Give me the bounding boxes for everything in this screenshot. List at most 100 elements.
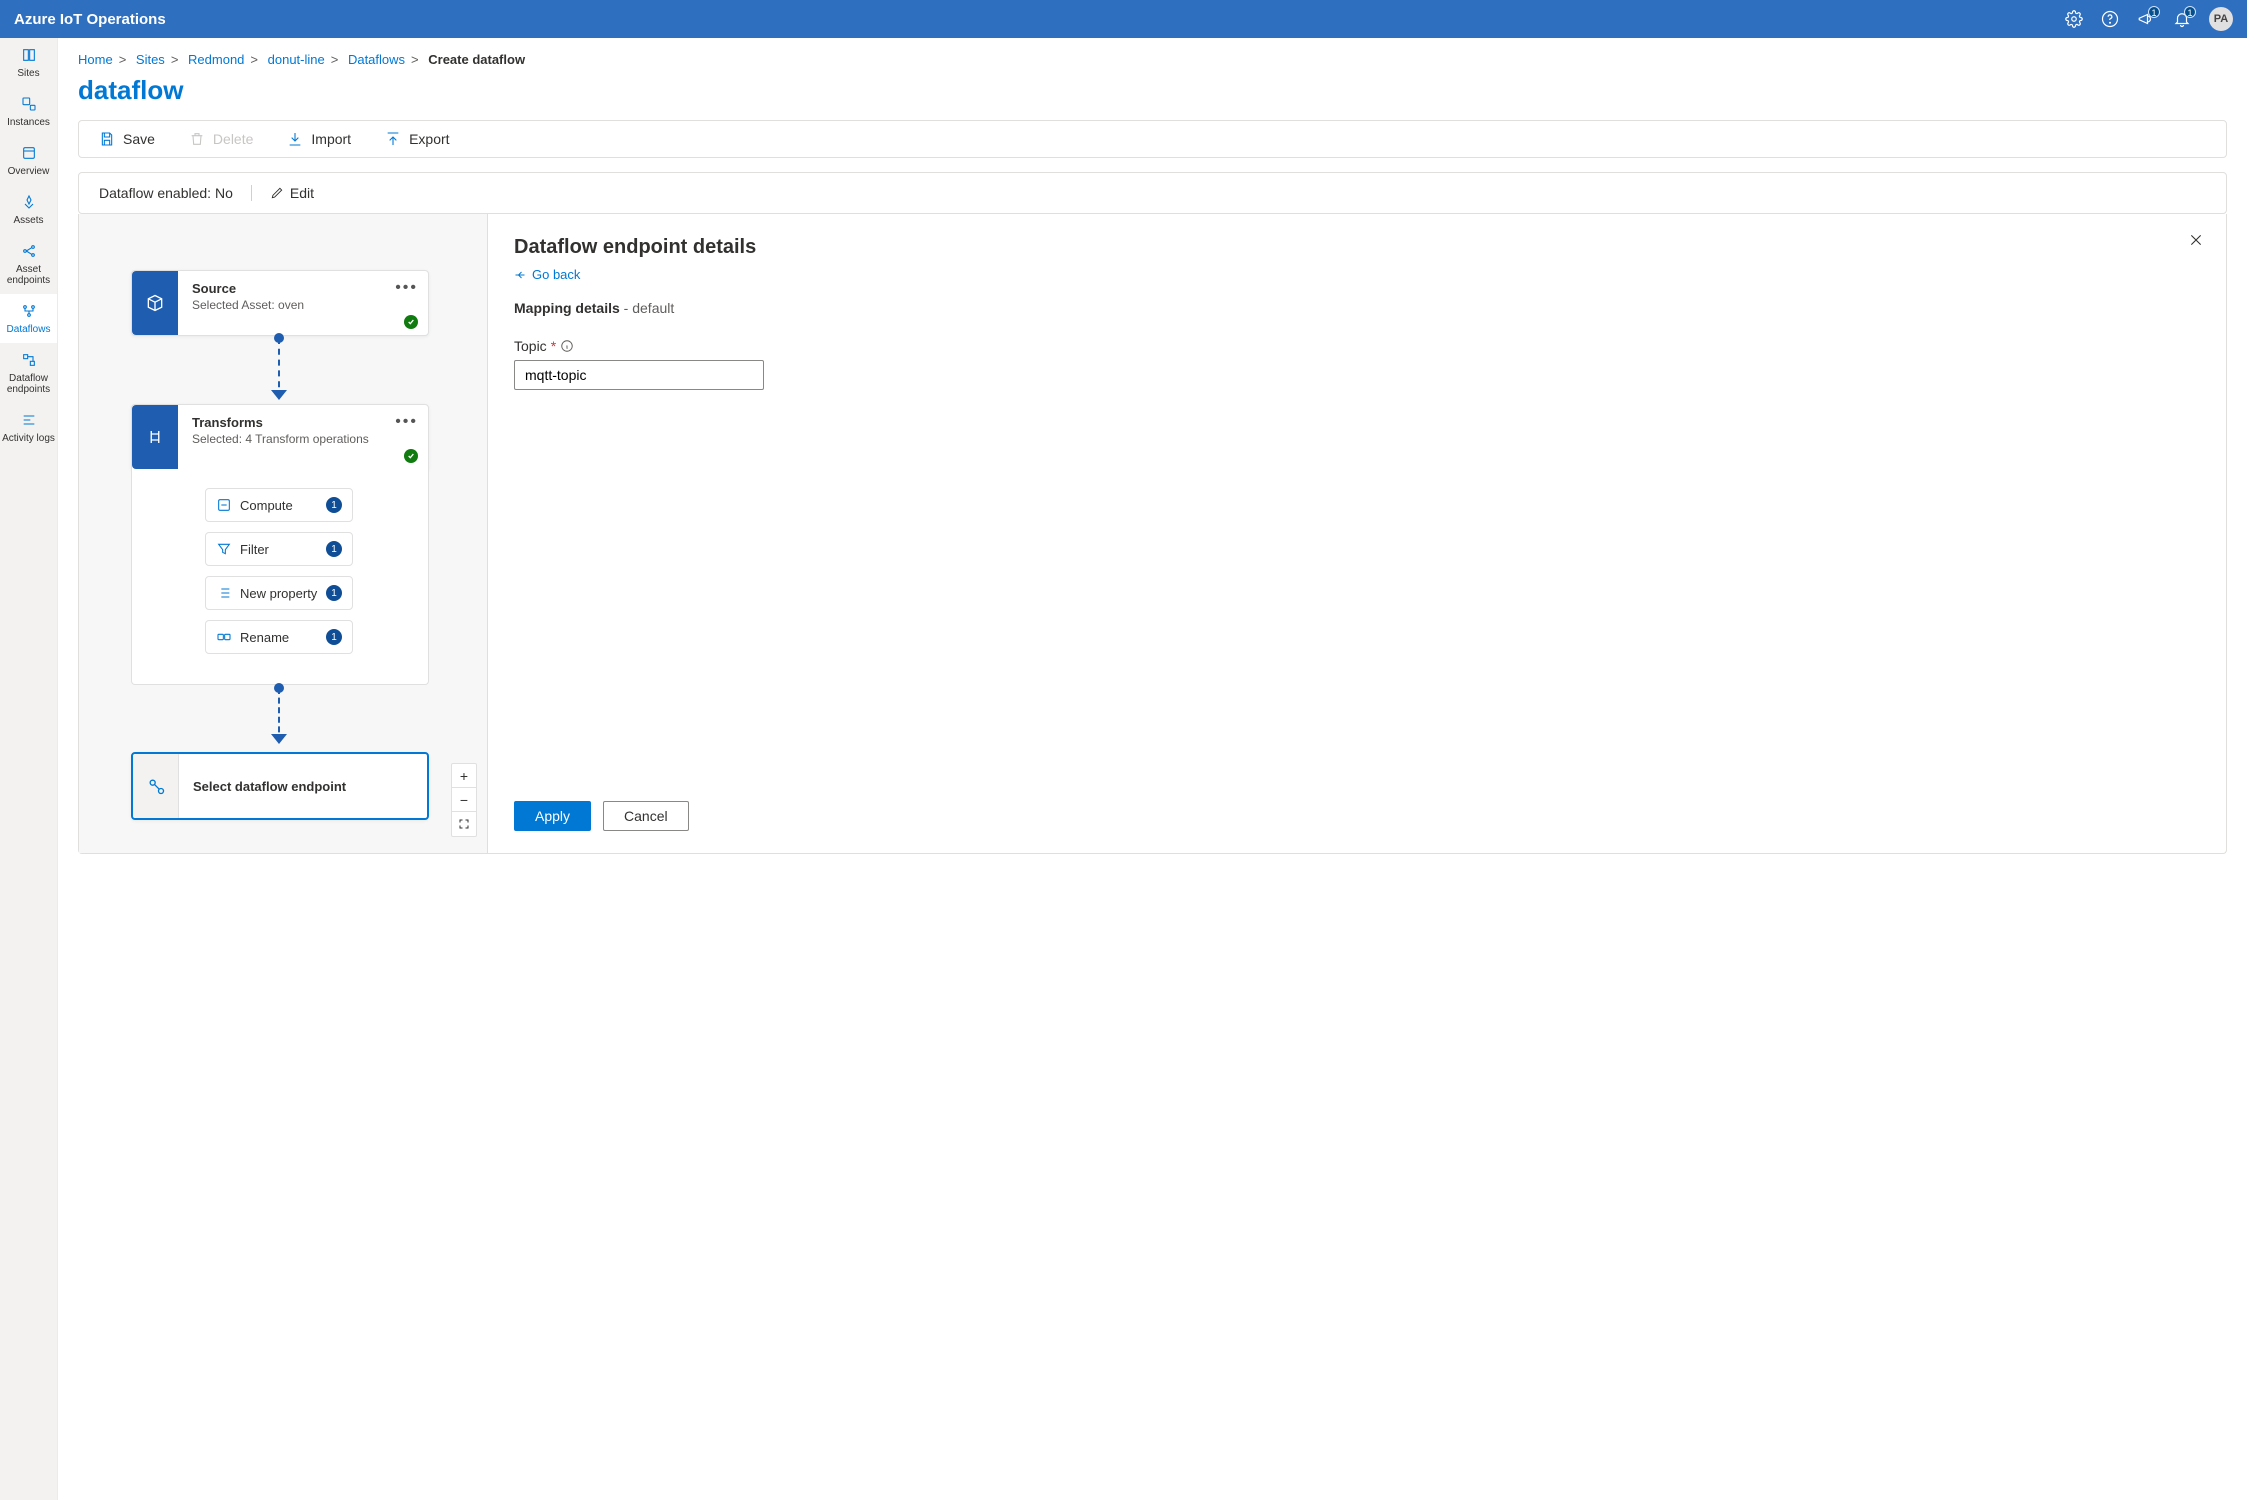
crumb-current: Create dataflow — [428, 52, 525, 67]
zoom-in-button[interactable]: + — [452, 764, 476, 788]
nav-instances[interactable]: Instances — [0, 87, 57, 136]
transform-label: New property — [240, 586, 317, 601]
import-label: Import — [311, 131, 351, 147]
topic-input[interactable] — [514, 360, 764, 390]
transform-new-property[interactable]: New property 1 — [205, 576, 353, 610]
nav-sites[interactable]: Sites — [0, 38, 57, 87]
source-more-icon[interactable]: ••• — [395, 279, 418, 297]
nav-assets[interactable]: Assets — [0, 185, 57, 234]
go-back-button[interactable]: Go back — [514, 267, 2200, 282]
transform-count: 1 — [326, 585, 342, 601]
bell-badge: 1 — [2184, 6, 2196, 18]
nav-label: Assets — [13, 215, 43, 226]
transform-label: Filter — [240, 542, 269, 557]
header-actions: 1 1 PA — [2065, 7, 2233, 31]
bell-icon[interactable]: 1 — [2173, 10, 2191, 28]
endpoint-node-icon — [133, 754, 179, 818]
nav-dataflow-endpoints[interactable]: Dataflow endpoints — [0, 343, 57, 403]
save-icon — [99, 131, 115, 147]
transform-label: Compute — [240, 498, 293, 513]
avatar[interactable]: PA — [2209, 7, 2233, 31]
crumb-home[interactable]: Home — [78, 52, 113, 67]
nav-activity-logs[interactable]: Activity logs — [0, 403, 57, 452]
dataflow-canvas[interactable]: Source Selected Asset: oven ••• — [79, 214, 487, 853]
crumb-sites[interactable]: Sites — [136, 52, 165, 67]
delete-button: Delete — [189, 131, 253, 147]
transform-filter[interactable]: Filter 1 — [205, 532, 353, 566]
megaphone-icon[interactable]: 1 — [2137, 10, 2155, 28]
nav-label: Activity logs — [2, 433, 55, 444]
transforms-node-icon — [132, 405, 178, 469]
source-title: Source — [192, 281, 414, 296]
import-icon — [287, 131, 303, 147]
arrow-left-icon — [514, 269, 526, 281]
go-back-label: Go back — [532, 267, 580, 282]
overview-icon — [20, 144, 38, 162]
rename-icon — [216, 629, 232, 645]
source-node-icon — [132, 271, 178, 335]
transforms-more-icon[interactable]: ••• — [395, 413, 418, 431]
nav-label: Instances — [7, 117, 50, 128]
main-content: Home> Sites> Redmond> donut-line> Datafl… — [58, 38, 2247, 1500]
gear-icon[interactable] — [2065, 10, 2083, 28]
status-ok-icon — [404, 449, 418, 463]
detail-heading: Dataflow endpoint details — [514, 236, 2200, 259]
transform-label: Rename — [240, 630, 289, 645]
required-indicator: * — [551, 338, 556, 354]
crumb-redmond[interactable]: Redmond — [188, 52, 244, 67]
close-icon — [2188, 232, 2204, 248]
source-node[interactable]: Source Selected Asset: oven ••• — [131, 270, 429, 336]
nav-asset-endpoints[interactable]: Asset endpoints — [0, 234, 57, 294]
toolbar: Save Delete Import Export — [78, 120, 2227, 158]
endpoint-node[interactable]: Select dataflow endpoint — [131, 752, 429, 820]
info-icon[interactable] — [560, 339, 574, 353]
import-button[interactable]: Import — [287, 131, 351, 147]
connector — [278, 688, 280, 742]
save-button[interactable]: Save — [99, 131, 155, 147]
detail-panel: Dataflow endpoint details Go back Mappin… — [487, 214, 2226, 853]
nav-label: Dataflows — [7, 324, 51, 335]
transform-compute[interactable]: Compute 1 — [205, 488, 353, 522]
list-icon — [216, 585, 232, 601]
transform-count: 1 — [326, 629, 342, 645]
export-icon — [385, 131, 401, 147]
nav-overview[interactable]: Overview — [0, 136, 57, 185]
endpoint-title: Select dataflow endpoint — [193, 779, 346, 794]
transform-rename[interactable]: Rename 1 — [205, 620, 353, 654]
crumb-dataflows[interactable]: Dataflows — [348, 52, 405, 67]
transform-count: 1 — [326, 541, 342, 557]
mapping-details: Mapping details - default — [514, 300, 2200, 316]
filter-icon — [216, 541, 232, 557]
nav-dataflows[interactable]: Dataflows — [0, 294, 57, 343]
enabled-bar: Dataflow enabled: No Edit — [78, 172, 2227, 214]
crumb-donut-line[interactable]: donut-line — [268, 52, 325, 67]
source-subtitle: Selected Asset: oven — [192, 298, 414, 312]
status-ok-icon — [404, 315, 418, 329]
dataflows-icon — [20, 302, 38, 320]
cancel-button[interactable]: Cancel — [603, 801, 689, 831]
apply-button[interactable]: Apply — [514, 801, 591, 831]
help-icon[interactable] — [2101, 10, 2119, 28]
close-button[interactable] — [2188, 232, 2204, 248]
zoom-out-button[interactable]: − — [452, 788, 476, 812]
save-label: Save — [123, 131, 155, 147]
dataflow-endpoints-icon — [20, 351, 38, 369]
asset-endpoints-icon — [20, 242, 38, 260]
book-icon — [20, 46, 38, 64]
delete-label: Delete — [213, 131, 253, 147]
transforms-node[interactable]: Transforms Selected: 4 Transform operati… — [131, 404, 429, 470]
delete-icon — [189, 131, 205, 147]
app-title: Azure IoT Operations — [14, 11, 166, 28]
top-header: Azure IoT Operations 1 1 PA — [0, 0, 2247, 38]
activity-logs-icon — [20, 411, 38, 429]
assets-icon — [20, 193, 38, 211]
edit-button[interactable]: Edit — [251, 185, 314, 201]
nav-label: Dataflow endpoints — [2, 373, 55, 395]
breadcrumb: Home> Sites> Redmond> donut-line> Datafl… — [78, 52, 2227, 67]
nav-label: Sites — [17, 68, 39, 79]
transforms-title: Transforms — [192, 415, 414, 430]
nav-rail: Sites Instances Overview Assets Asset en… — [0, 38, 58, 1500]
export-button[interactable]: Export — [385, 131, 449, 147]
edit-label: Edit — [290, 185, 314, 201]
zoom-fit-button[interactable] — [452, 812, 476, 836]
